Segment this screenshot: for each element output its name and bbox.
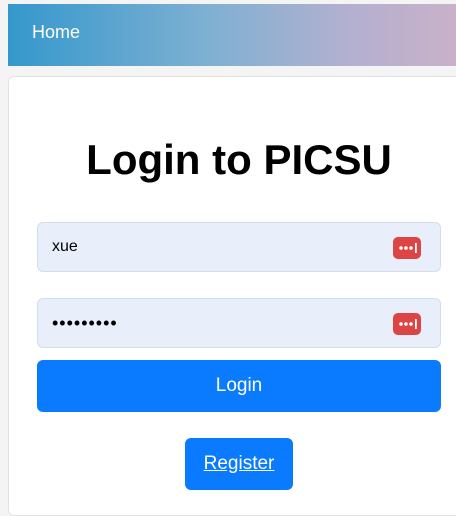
login-card: Login to PICSU Login Register [8,76,456,516]
username-field-wrapper [37,222,441,272]
password-input[interactable] [52,299,382,347]
password-field-wrapper [37,298,441,348]
username-input[interactable] [52,223,382,271]
password-manager-icon[interactable] [393,237,421,259]
register-button[interactable]: Register [185,438,293,490]
nav-home-link[interactable]: Home [32,22,80,43]
navbar: Home [8,4,456,66]
page-title: Login to PICSU [86,136,392,183]
password-manager-icon[interactable] [393,313,421,335]
login-button[interactable]: Login [37,360,441,412]
